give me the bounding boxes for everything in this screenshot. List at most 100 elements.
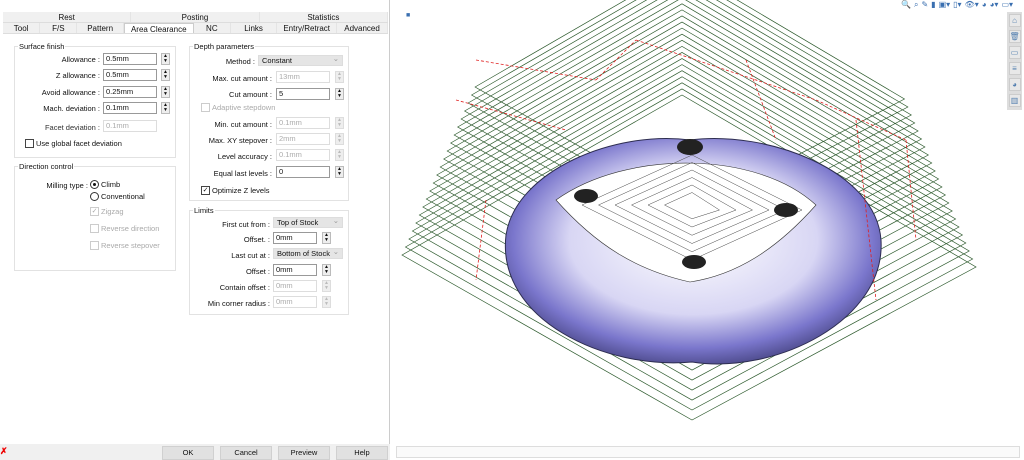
tab-entry-retract[interactable]: Entry/Retract xyxy=(277,23,338,33)
offset1-spinner[interactable]: ▲ ▼ xyxy=(322,232,331,244)
dialog-footer: ✗ OK Cancel Preview Help xyxy=(0,444,390,460)
offset2-input[interactable]: 0mm xyxy=(273,264,317,276)
conventional-radio[interactable]: Conventional xyxy=(90,192,145,201)
zigzag-label: Zigzag xyxy=(101,207,124,216)
avoid-allowance-input[interactable]: 0.25mm xyxy=(103,86,157,98)
radio-unselected[interactable] xyxy=(90,192,99,201)
3d-viewport[interactable]: 🔍 ⌕ ✎ ▮ ▣▾ ▯▾ 👁▾ ◕ ◕▾ ▭▾ ■ xyxy=(396,0,1024,446)
offset1-input[interactable]: 0mm xyxy=(273,232,317,244)
help-button[interactable]: Help xyxy=(336,446,388,460)
last-cut-select[interactable]: Bottom of Stock xyxy=(273,247,343,259)
ok-button[interactable]: OK xyxy=(162,446,214,460)
climb-label: Climb xyxy=(101,180,121,189)
reverse-stepover-label: Reverse stepover xyxy=(101,241,160,250)
max-xy-stepover-input[interactable]: 2mm xyxy=(276,133,330,145)
tab-area-clearance[interactable]: Area Clearance xyxy=(123,23,194,34)
mach-deviation-input[interactable]: 0.1mm xyxy=(103,102,157,114)
conventional-label: Conventional xyxy=(101,192,145,201)
view-icon[interactable]: ▮ xyxy=(931,0,935,10)
optimize-z-checkbox[interactable]: ✓ Optimize Z levels xyxy=(201,186,270,195)
pan-icon[interactable]: ✎ xyxy=(921,0,928,10)
tab-tool[interactable]: Tool xyxy=(3,23,41,33)
allowance-label: Allowance : xyxy=(61,55,100,64)
allowance-input[interactable]: 0.5mm xyxy=(103,53,157,65)
checkbox-box[interactable] xyxy=(201,103,210,112)
z-allowance-spinner[interactable]: ▲ ▼ xyxy=(161,69,170,81)
climb-radio[interactable]: Climb xyxy=(90,180,120,189)
zoom-fit-icon[interactable]: ⌕ xyxy=(914,0,918,10)
color-wheel-icon[interactable]: ◕ xyxy=(1008,78,1021,91)
z-allowance-input[interactable]: 0.5mm xyxy=(103,69,157,81)
tab-nc[interactable]: NC xyxy=(194,23,231,33)
contain-offset-spinner[interactable]: ▲ ▼ xyxy=(322,280,331,292)
cancel-button[interactable]: Cancel xyxy=(220,446,272,460)
tab-advanced[interactable]: Advanced xyxy=(337,23,388,33)
offset2-spinner[interactable]: ▲ ▼ xyxy=(322,264,331,276)
tab-rest[interactable]: Rest xyxy=(3,12,132,22)
checkbox-box[interactable]: ✓ xyxy=(90,207,99,216)
tab-fs[interactable]: F/S xyxy=(40,23,78,33)
checkbox-box[interactable] xyxy=(90,224,99,233)
max-cut-input[interactable]: 13mm xyxy=(276,71,330,83)
use-global-facet-checkbox[interactable]: Use global facet deviation xyxy=(25,139,122,148)
first-cut-select[interactable]: Top of Stock xyxy=(273,216,343,228)
trash-icon[interactable]: 🗑 xyxy=(1008,30,1021,43)
adaptive-stepdown-checkbox[interactable]: Adaptive stepdown xyxy=(201,103,275,112)
max-xy-stepover-spinner[interactable]: ▲ ▼ xyxy=(335,133,344,145)
tab-pattern[interactable]: Pattern xyxy=(77,23,124,33)
toolpath-dialog: Rest Posting Statistics Tool F/S Pattern… xyxy=(0,0,390,460)
max-cut-label: Max. cut amount : xyxy=(212,74,272,83)
tab-statistics[interactable]: Statistics xyxy=(260,12,388,22)
zoom-icon[interactable]: 🔍 xyxy=(901,0,911,10)
view-control-icon[interactable]: ■ xyxy=(406,12,410,19)
reverse-stepover-checkbox[interactable]: Reverse stepover xyxy=(90,241,160,250)
display-icon[interactable]: ▭▾ xyxy=(1001,0,1013,10)
contain-offset-label: Contain offset : xyxy=(219,283,270,292)
level-accuracy-spinner[interactable]: ▲ ▼ xyxy=(335,149,344,161)
first-cut-label: First cut from : xyxy=(222,220,270,229)
min-cut-input[interactable]: 0.1mm xyxy=(276,117,330,129)
tab-row-bottom: Tool F/S Pattern Area Clearance NC Links… xyxy=(3,23,388,34)
panel-icon[interactable]: ▥ xyxy=(1008,94,1021,107)
color-icon[interactable]: ◕ xyxy=(982,0,987,10)
facet-deviation-input[interactable]: 0.1mm xyxy=(103,120,157,132)
equal-last-levels-input[interactable]: 0 xyxy=(276,166,330,178)
reverse-direction-label: Reverse direction xyxy=(101,224,160,233)
mach-deviation-spinner[interactable]: ▲ ▼ xyxy=(161,102,170,114)
color-alt-icon[interactable]: ◕▾ xyxy=(990,0,999,10)
reverse-direction-checkbox[interactable]: Reverse direction xyxy=(90,224,159,233)
equal-last-levels-spinner[interactable]: ▲ ▼ xyxy=(335,166,344,178)
visibility-icon[interactable]: 👁▾ xyxy=(965,0,979,10)
folder-icon[interactable]: ▭ xyxy=(1008,46,1021,59)
min-cut-label: Min. cut amount : xyxy=(214,120,272,129)
cut-amount-spinner[interactable]: ▲ ▼ xyxy=(335,88,344,100)
tab-posting[interactable]: Posting xyxy=(131,12,260,22)
mach-deviation-label: Mach. deviation : xyxy=(43,104,100,113)
zigzag-checkbox[interactable]: ✓ Zigzag xyxy=(90,207,124,216)
preview-button[interactable]: Preview xyxy=(278,446,330,460)
min-corner-radius-spinner[interactable]: ▲ ▼ xyxy=(322,296,331,308)
checkbox-box[interactable] xyxy=(25,139,34,148)
method-select[interactable]: Constant xyxy=(258,54,343,66)
allowance-spinner[interactable]: ▲ ▼ xyxy=(161,53,170,65)
view-toolbar: 🔍 ⌕ ✎ ▮ ▣▾ ▯▾ 👁▾ ◕ ◕▾ ▭▾ xyxy=(901,0,1013,10)
cube-view-icon[interactable]: ▣▾ xyxy=(939,0,951,10)
min-corner-radius-input[interactable]: 0mm xyxy=(273,296,317,308)
rapid-move xyxy=(745,59,777,141)
checkbox-box[interactable] xyxy=(90,241,99,250)
home-icon[interactable]: ⌂ xyxy=(1008,14,1021,27)
use-global-facet-label: Use global facet deviation xyxy=(36,139,122,148)
checkbox-box[interactable]: ✓ xyxy=(201,186,210,195)
contain-offset-input[interactable]: 0mm xyxy=(273,280,317,292)
min-cut-spinner[interactable]: ▲ ▼ xyxy=(335,117,344,129)
tab-links[interactable]: Links xyxy=(231,23,278,33)
cut-amount-input[interactable]: 5 xyxy=(276,88,330,100)
layers-icon[interactable]: ≡ xyxy=(1008,62,1021,75)
avoid-allowance-spinner[interactable]: ▲ ▼ xyxy=(161,86,170,98)
level-accuracy-input[interactable]: 0.1mm xyxy=(276,149,330,161)
max-cut-spinner[interactable]: ▲ ▼ xyxy=(335,71,344,83)
toolpath-scene[interactable] xyxy=(396,0,1024,446)
shading-icon[interactable]: ▯▾ xyxy=(953,0,961,10)
radio-selected[interactable] xyxy=(90,180,99,189)
last-cut-label: Last cut at : xyxy=(231,251,270,260)
